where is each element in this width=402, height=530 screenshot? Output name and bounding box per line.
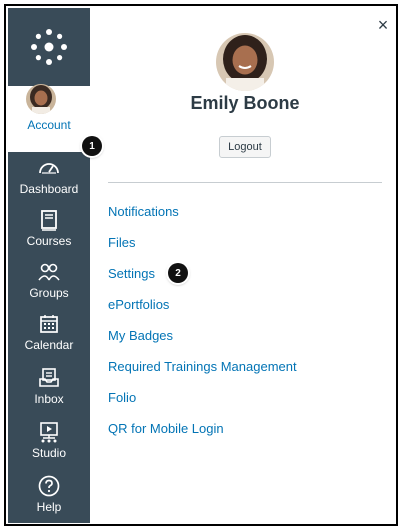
tray-divider (108, 182, 382, 183)
link-qr-mobile-login[interactable]: QR for Mobile Login (108, 421, 224, 436)
tray-avatar (216, 33, 274, 91)
nav-item-courses[interactable]: Courses (8, 202, 90, 254)
canvas-logo-icon (31, 29, 67, 65)
logout-button[interactable]: Logout (219, 136, 271, 158)
nav-item-studio[interactable]: Studio (8, 414, 90, 466)
nav-item-dashboard[interactable]: Dashboard (8, 150, 90, 202)
step-marker-2: 2 (168, 263, 188, 283)
link-eportfolios[interactable]: ePortfolios (108, 297, 169, 312)
link-files[interactable]: Files (108, 235, 135, 250)
help-icon (37, 474, 61, 498)
link-notifications[interactable]: Notifications (108, 204, 179, 219)
nav-label-help: Help (36, 500, 62, 514)
courses-icon (37, 208, 61, 232)
dashboard-icon (37, 156, 61, 180)
studio-icon (37, 420, 61, 444)
link-my-badges[interactable]: My Badges (108, 328, 173, 343)
inbox-icon (37, 366, 61, 390)
nav-label-dashboard: Dashboard (19, 182, 79, 196)
nav-item-calendar[interactable]: Calendar (8, 306, 90, 358)
groups-icon (37, 260, 61, 284)
nav-label-courses: Courses (26, 234, 72, 248)
nav-item-inbox[interactable]: Inbox (8, 360, 90, 412)
user-name: Emily Boone (190, 93, 300, 113)
nav-label-groups: Groups (29, 286, 69, 300)
link-settings[interactable]: Settings (108, 266, 155, 281)
nav-label-calendar: Calendar (24, 338, 74, 352)
link-required-trainings[interactable]: Required Trainings Management (108, 359, 297, 374)
nav-account-label: Account (27, 118, 71, 132)
avatar-photo-icon (26, 84, 56, 114)
close-icon[interactable]: × (374, 16, 392, 34)
nav-label-studio: Studio (31, 446, 67, 460)
step-marker-1: 1 (82, 136, 102, 156)
link-folio[interactable]: Folio (108, 390, 136, 405)
calendar-icon (37, 312, 61, 336)
avatar-photo-icon (216, 33, 274, 91)
nav-item-groups[interactable]: Groups (8, 254, 90, 306)
nav-label-inbox: Inbox (34, 392, 64, 406)
account-avatar[interactable] (26, 84, 56, 114)
nav-item-help[interactable]: Help (8, 468, 90, 520)
canvas-logo[interactable] (8, 8, 90, 86)
